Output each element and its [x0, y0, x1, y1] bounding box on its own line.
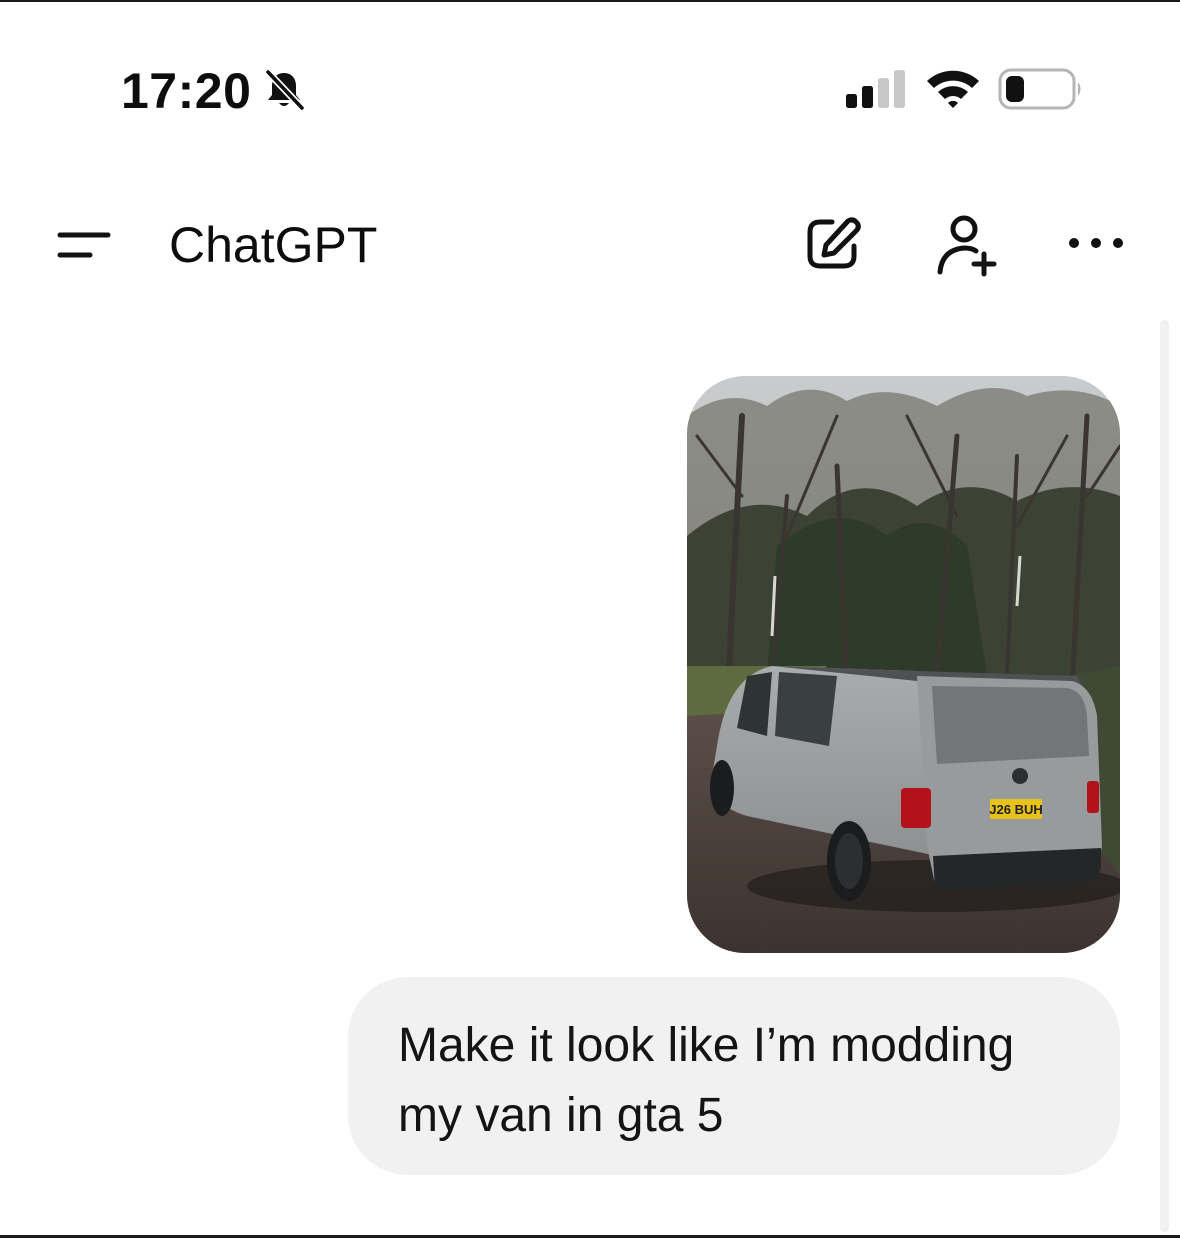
bell-slash-icon: [264, 68, 306, 112]
person-add-icon[interactable]: [934, 212, 1000, 278]
top-border: [0, 0, 1180, 2]
battery-icon: [998, 68, 1081, 110]
status-time: 17:20: [121, 63, 252, 119]
cellular-signal-icon: [846, 70, 905, 108]
svg-text:J26 BUH: J26 BUH: [989, 802, 1042, 817]
wifi-icon: [927, 70, 979, 108]
van-photo-drawing: J26 BUH: [687, 376, 1120, 953]
sidebar-menu-icon[interactable]: [56, 225, 114, 265]
more-options-icon[interactable]: [1066, 230, 1126, 260]
uploaded-van-photo[interactable]: J26 BUH: [687, 376, 1120, 953]
edit-icon[interactable]: [802, 214, 862, 274]
app-header: ChatGPT: [0, 200, 1180, 290]
user-message-text: Make it look like I’m modding my van in …: [398, 1019, 1015, 1142]
status-bar: 17:20: [0, 40, 1180, 140]
app-title[interactable]: ChatGPT: [169, 216, 377, 274]
user-message-bubble[interactable]: Make it look like I’m modding my van in …: [348, 977, 1120, 1175]
scrollbar[interactable]: [1160, 320, 1169, 1232]
